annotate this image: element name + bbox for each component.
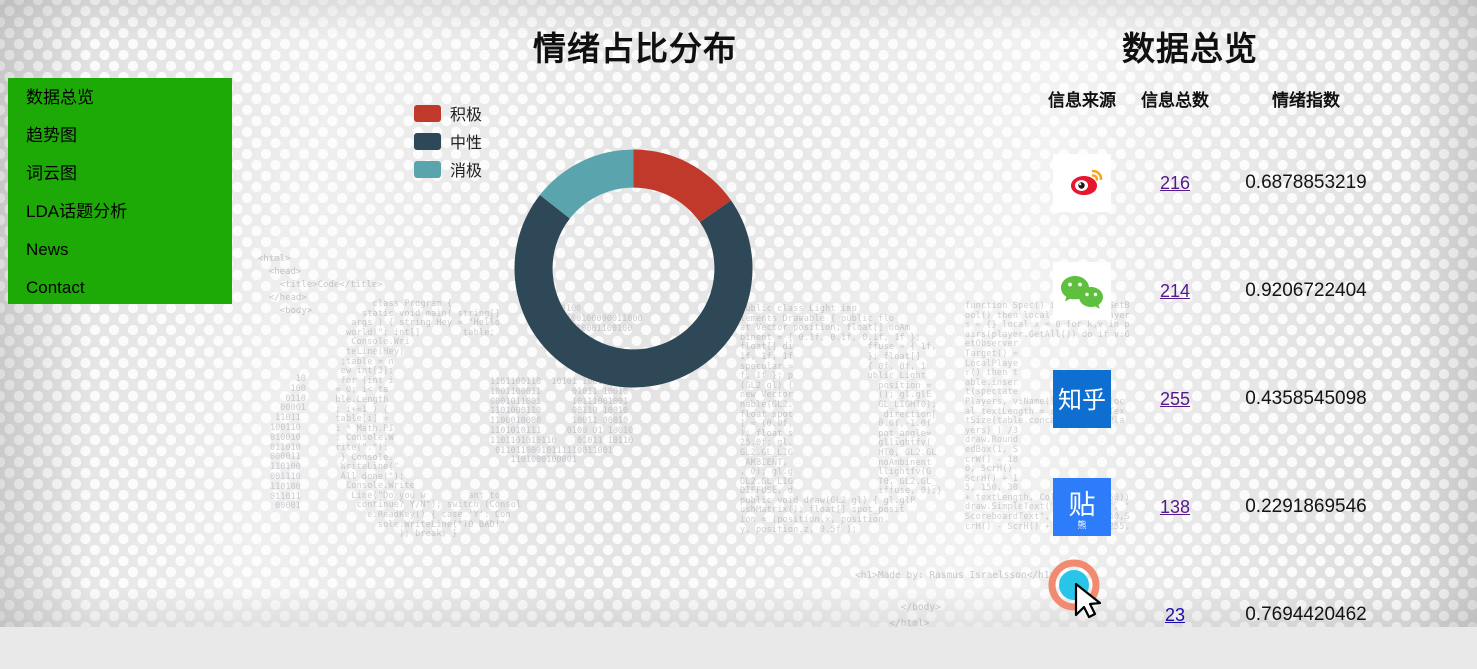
other-icon[interactable] — [1053, 586, 1111, 644]
cell-source: 知乎 — [1030, 345, 1134, 453]
cell-count: 23 — [1134, 561, 1216, 669]
sidebar-item-contact[interactable]: Contact — [8, 278, 232, 297]
count-link[interactable]: 255 — [1160, 389, 1190, 409]
cell-sentiment: 0.9206722404 — [1216, 237, 1396, 345]
sidebar-item-lda[interactable]: LDA话题分析 — [8, 202, 232, 221]
legend-swatch-neutral-icon — [414, 132, 441, 150]
table-row: 216 0.6878853219 — [1030, 129, 1396, 237]
weibo-icon[interactable] — [1053, 154, 1111, 212]
sidebar-nav: 数据总览 趋势图 词云图 LDA话题分析 News Contact — [8, 78, 232, 304]
page-title-table: 数据总览 — [1122, 30, 1258, 67]
table-header-row: 信息来源 信息总数 情绪指数 — [1030, 86, 1396, 129]
data-overview-table: 信息来源 信息总数 情绪指数 216 0.6878853219 214 0.92… — [1030, 86, 1396, 669]
column-header-sentiment: 情绪指数 — [1272, 91, 1340, 110]
cell-sentiment: 0.2291869546 — [1216, 453, 1396, 561]
cell-count: 216 — [1134, 129, 1216, 237]
cell-source — [1030, 129, 1134, 237]
legend-swatch-negative-icon — [414, 160, 441, 178]
cell-sentiment: 0.7694420462 — [1216, 561, 1396, 669]
legend-label-negative: 消极 — [450, 163, 483, 180]
legend-label-neutral: 中性 — [450, 135, 483, 152]
cell-sentiment: 0.4358545098 — [1216, 345, 1396, 453]
cell-source: 贴 熊 — [1030, 453, 1134, 561]
cell-source — [1030, 237, 1134, 345]
legend-swatch-positive-icon — [414, 104, 441, 122]
table-row: 214 0.9206722404 — [1030, 237, 1396, 345]
cell-count: 138 — [1134, 453, 1216, 561]
table-row: 23 0.7694420462 — [1030, 561, 1396, 669]
svg-text:熊: 熊 — [1077, 519, 1086, 531]
sentiment-value: 0.2291869546 — [1245, 496, 1367, 517]
legend-item-negative[interactable]: 消极 — [414, 155, 482, 183]
table-row: 贴 熊 138 0.2291869546 — [1030, 453, 1396, 561]
wechat-icon[interactable] — [1053, 262, 1111, 320]
legend-item-neutral[interactable]: 中性 — [414, 127, 482, 155]
sidebar-item-wordcloud[interactable]: 词云图 — [8, 164, 232, 183]
count-link[interactable]: 138 — [1160, 497, 1190, 517]
tieba-icon[interactable]: 贴 熊 — [1053, 478, 1111, 536]
table-row: 知乎 255 0.4358545098 — [1030, 345, 1396, 453]
cell-source — [1030, 561, 1134, 669]
count-link[interactable]: 216 — [1160, 173, 1190, 193]
cell-count: 255 — [1134, 345, 1216, 453]
sidebar-item-news[interactable]: News — [8, 240, 232, 259]
sentiment-value: 0.4358545098 — [1245, 388, 1367, 409]
donut-slice-中性[interactable] — [514, 194, 753, 388]
sentiment-value: 0.9206722404 — [1245, 280, 1367, 301]
count-link[interactable]: 23 — [1165, 605, 1185, 625]
sentiment-donut-chart — [514, 149, 753, 388]
cell-sentiment: 0.6878853219 — [1216, 129, 1396, 237]
sidebar-item-trend[interactable]: 趋势图 — [8, 126, 232, 145]
donut-svg — [514, 149, 753, 388]
svg-text:知乎: 知乎 — [1058, 386, 1106, 414]
chart-legend: 积极 中性 消极 — [414, 99, 482, 183]
page-title-chart: 情绪占比分布 — [533, 30, 737, 67]
column-header-count: 信息总数 — [1141, 91, 1209, 110]
cell-count: 214 — [1134, 237, 1216, 345]
sidebar-item-overview[interactable]: 数据总览 — [8, 88, 232, 107]
column-header-source: 信息来源 — [1048, 91, 1116, 110]
svg-text:贴: 贴 — [1069, 490, 1096, 521]
zhihu-icon[interactable]: 知乎 — [1053, 370, 1111, 428]
sentiment-value: 0.6878853219 — [1245, 172, 1367, 193]
count-link[interactable]: 214 — [1160, 281, 1190, 301]
legend-label-positive: 积极 — [450, 107, 483, 124]
legend-item-positive[interactable]: 积极 — [414, 99, 482, 127]
sentiment-value: 0.7694420462 — [1245, 604, 1367, 625]
